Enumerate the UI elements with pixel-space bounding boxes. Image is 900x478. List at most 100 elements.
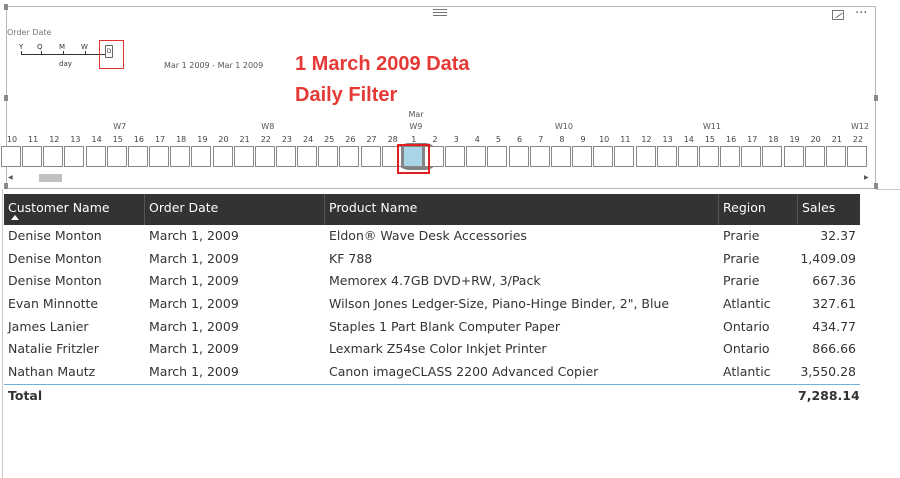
cell-customer: Evan Minnotte [8,296,99,312]
timeline-cell[interactable] [254,146,275,167]
table-row[interactable]: Natalie Fritzler March 1, 2009 Lexmark Z54… [4,338,860,361]
timeline-cell[interactable] [297,146,318,167]
cell-order-date: March 1, 2009 [149,341,239,357]
timeline-cell[interactable] [1,146,21,167]
day-label: 26 [345,135,356,144]
cell-order-date: March 1, 2009 [149,228,239,243]
day-label: 20 [810,135,821,144]
cell-customer: Denise Monton [8,273,102,289]
timeline-cell[interactable] [635,146,656,167]
timeline-cell[interactable] [212,146,233,167]
timeline-cell[interactable] [149,146,170,167]
timeline-cell[interactable] [339,146,360,167]
timeline-cell[interactable] [572,146,593,167]
day-label: 12 [641,135,652,144]
scroll-right-icon[interactable]: ▶ [864,174,869,181]
timeline-cell[interactable] [804,146,825,167]
timeline-cell[interactable] [593,146,614,167]
table-row[interactable]: Evan Minnotte March 1, 2009 Wilson Jones L… [4,293,860,316]
day-label: 18 [768,135,779,144]
cell-product: Memorex 4.7GB DVD+RW, 3/Pack [329,273,541,289]
day-label: 22 [852,135,864,144]
cell-sales: 667.36 [812,273,856,289]
table-row[interactable]: Denise Monton March 1, 2009 Memorex 4.7GB … [4,270,860,293]
day-label: 13 [70,135,81,144]
week-label: W12 [850,122,870,131]
resize-handle[interactable] [4,183,8,189]
resize-handle[interactable] [4,95,8,101]
timeline-cell[interactable] [170,146,191,167]
granularity-month[interactable]: M [59,43,65,51]
column-header-product[interactable]: Product Name [325,194,719,225]
timeline-cell[interactable] [85,146,106,167]
timeline-cell[interactable] [445,146,466,167]
timeline-cell[interactable] [656,146,677,167]
timeline-cell[interactable] [847,146,867,167]
granularity-quarter[interactable]: Q [37,43,43,51]
timeline-cell[interactable] [614,146,635,167]
timeline-cell[interactable] [550,146,571,167]
column-header-region[interactable]: Region [719,194,798,225]
table-row[interactable]: Nathan Mautz March 1, 2009 Canon imageCLAS… [4,361,860,384]
timeline-cell[interactable] [825,146,846,167]
timeline-cell[interactable] [466,146,487,167]
more-options-icon[interactable]: ··· [855,6,867,21]
day-label: 24 [303,135,314,144]
divider [2,189,3,478]
day-label: 14 [91,135,102,144]
cell-sales: 434.77 [812,318,856,334]
day-label: 8 [559,135,565,144]
focus-mode-icon[interactable] [832,10,844,20]
timeline-cell[interactable] [698,146,719,167]
resize-handle[interactable] [4,4,8,10]
slicer-header: Order Date [7,28,52,37]
cell-sales: 866.66 [812,341,856,357]
column-header-order-date[interactable]: Order Date [145,194,325,225]
cell-region: Ontario [723,318,770,334]
timeline-cell[interactable] [106,146,127,167]
day-label: 15 [704,135,716,144]
resize-handle[interactable] [874,95,878,101]
cell-product: Canon imageCLASS 2200 Advanced Copier [329,364,599,380]
timeline-cell[interactable] [762,146,783,167]
column-header-sales[interactable]: Sales [798,194,860,225]
table-row[interactable]: Denise Monton March 1, 2009 KF 788 Prarie 1,… [4,248,860,271]
granularity-track[interactable] [21,54,111,55]
timeline-cell[interactable] [64,146,85,167]
timeline-cell[interactable] [508,146,529,167]
timeline-cell[interactable] [275,146,296,167]
timeline-cell[interactable] [127,146,148,167]
timeline-cell[interactable] [720,146,741,167]
table-row[interactable]: James Lanier March 1, 2009 Staples 1 Part … [4,316,860,339]
cell-product: Wilson Jones Ledger-Size, Piano-Hinge Bi… [329,296,670,312]
timeline-cell[interactable] [487,146,508,167]
granularity-tick [21,51,22,55]
granularity-year[interactable]: Y [19,43,23,51]
scroll-left-icon[interactable]: ◀ [8,174,13,181]
timeline-cell[interactable] [741,146,762,167]
column-header-customer[interactable]: Customer Name [4,194,145,225]
timeline-scrollbar[interactable]: ◀ ▶ [7,174,873,182]
timeline-cell[interactable] [318,146,339,167]
day-label: 23 [281,135,293,144]
timeline-cell[interactable] [529,146,550,167]
sort-ascending-icon[interactable] [11,215,19,220]
cell-region: Ontario [723,341,770,357]
timeline-cell[interactable] [233,146,254,167]
timeline-cell[interactable] [677,146,698,167]
timeline-cell[interactable] [360,146,381,167]
timeline-cell[interactable] [22,146,43,167]
table-row[interactable]: Denise Monton March 1, 2009 Eldon® Wave De… [4,225,860,248]
week-label: W11 [702,122,721,131]
timeline-cell[interactable] [43,146,64,167]
timeline-cell[interactable] [191,146,212,167]
scroll-thumb[interactable] [39,174,62,182]
granularity-tick [85,51,86,55]
annotation-line-1: 1 March 2009 Data [295,53,470,75]
week-label: W8 [261,122,275,131]
granularity-highlight-box [99,40,124,69]
granularity-week[interactable]: W [81,43,88,51]
day-label: 11 [620,135,631,144]
drag-grip-icon[interactable] [433,9,447,18]
timeline-cell[interactable] [783,146,804,167]
